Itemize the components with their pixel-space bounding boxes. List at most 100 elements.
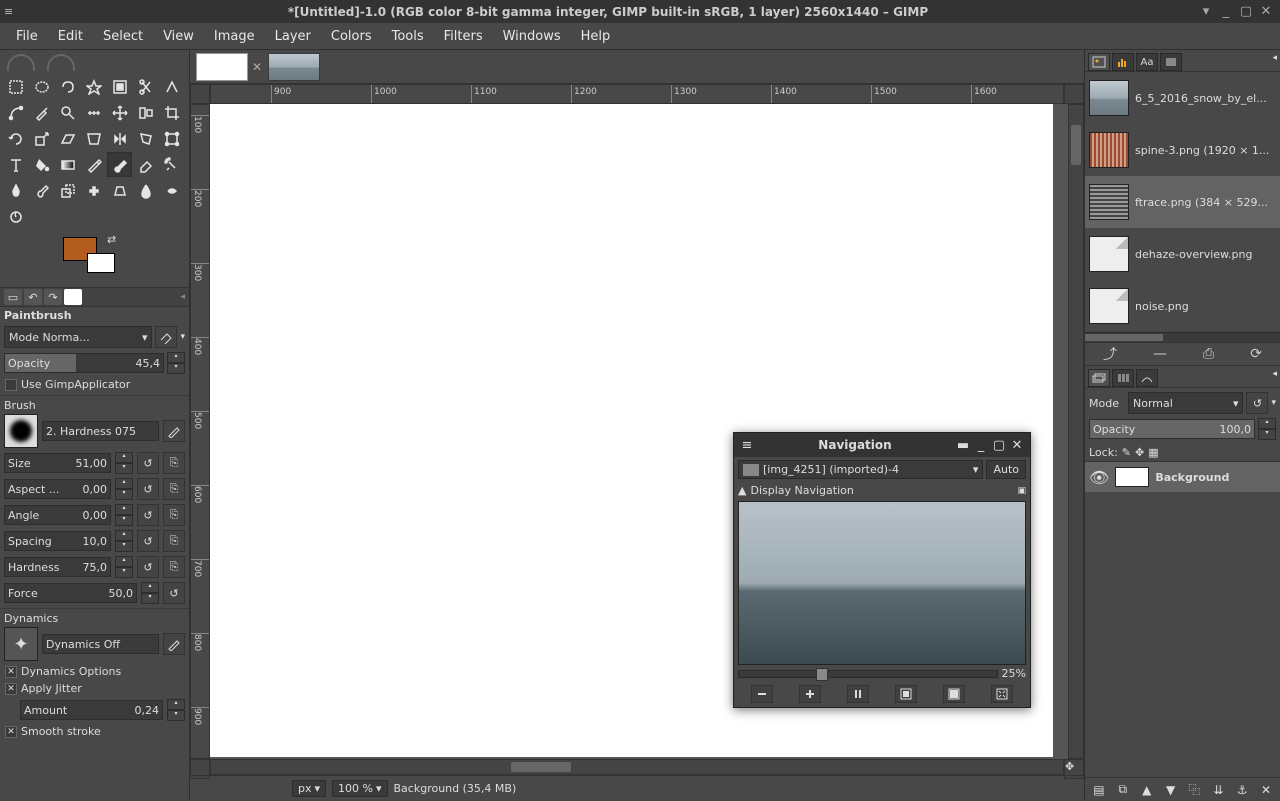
- brush-preview[interactable]: [4, 414, 38, 448]
- vertical-scrollbar[interactable]: [1068, 104, 1084, 759]
- clone-tool[interactable]: [55, 178, 80, 203]
- dynamics-options-expand[interactable]: ✕: [5, 666, 17, 678]
- blend-tool[interactable]: [55, 152, 80, 177]
- blur-tool[interactable]: [133, 178, 158, 203]
- menu-windows[interactable]: Windows: [493, 25, 571, 48]
- color-picker-tool[interactable]: [29, 100, 54, 125]
- merge-down-icon[interactable]: ⇊: [1209, 783, 1227, 797]
- dialog-close-icon[interactable]: ✕: [1008, 438, 1026, 453]
- window-minimize-icon[interactable]: ▾: [1196, 4, 1216, 19]
- navigation-image-select[interactable]: [img_4251] (imported)-4 ▾: [738, 460, 983, 479]
- background-color[interactable]: [87, 253, 115, 273]
- delete-layer-icon[interactable]: ✕: [1257, 783, 1275, 797]
- horizontal-scrollbar[interactable]: [210, 759, 1064, 775]
- fonts-tab[interactable]: Aa: [1136, 53, 1158, 71]
- default-colors-icon[interactable]: [51, 259, 61, 269]
- image-list-item[interactable]: 6_5_2016_snow_by_el...: [1085, 72, 1280, 124]
- new-layer-icon[interactable]: ▤: [1090, 783, 1108, 797]
- pencil-tool[interactable]: [81, 152, 106, 177]
- dock-menu-icon[interactable]: ◂: [1272, 369, 1277, 387]
- paintbrush-tool[interactable]: [107, 152, 132, 177]
- unified-transform-tool[interactable]: [159, 126, 184, 151]
- navigation-zoom-slider[interactable]: [738, 670, 998, 678]
- paths-tool[interactable]: [3, 100, 28, 125]
- hardness-link-icon[interactable]: ⎘: [163, 556, 185, 578]
- zoom-fill-button[interactable]: [943, 685, 965, 703]
- foreground-select-tool[interactable]: [159, 74, 184, 99]
- use-applicator-checkbox[interactable]: [5, 379, 17, 391]
- dialog-maximize-icon[interactable]: ▢: [990, 438, 1008, 453]
- ellipse-select-tool[interactable]: [29, 74, 54, 99]
- hardness-field[interactable]: Hardness75,0: [4, 557, 111, 577]
- image-list-item[interactable]: noise.png: [1085, 280, 1280, 332]
- airbrush-tool[interactable]: [159, 152, 184, 177]
- lock-position-icon[interactable]: ✥: [1135, 446, 1144, 459]
- layer-mode-select[interactable]: Normal▾: [1128, 392, 1243, 414]
- zoom-1-1-button[interactable]: [847, 685, 869, 703]
- layer-thumbnail[interactable]: [1115, 467, 1149, 487]
- document-history-tab[interactable]: [1160, 53, 1182, 71]
- ruler-horizontal[interactable]: 9001000110012001300140015001600: [210, 84, 1064, 104]
- layer-item-background[interactable]: 👁 Background: [1085, 462, 1280, 492]
- menu-image[interactable]: Image: [204, 25, 265, 48]
- paint-mode-select[interactable]: Mode Norma...▾: [4, 326, 152, 348]
- jitter-amount-field[interactable]: Amount0,24: [20, 700, 163, 720]
- move-tool[interactable]: [107, 100, 132, 125]
- image-list-item[interactable]: dehaze-overview.png: [1085, 228, 1280, 280]
- shrink-wrap-button[interactable]: [991, 685, 1013, 703]
- mypaint-brush-tool[interactable]: [29, 178, 54, 203]
- measure-tool[interactable]: [81, 100, 106, 125]
- perspective-tool[interactable]: [81, 126, 106, 151]
- image-tab-2[interactable]: [268, 53, 320, 81]
- bucket-fill-tool[interactable]: [29, 152, 54, 177]
- cage-tool[interactable]: [133, 126, 158, 151]
- apply-jitter-expand[interactable]: ✕: [5, 683, 17, 695]
- dock-menu-icon[interactable]: ◂: [180, 292, 185, 302]
- menu-layer[interactable]: Layer: [265, 25, 321, 48]
- image-list-item[interactable]: ftrace.png (384 × 529...: [1085, 176, 1280, 228]
- refresh-icon[interactable]: ⟳: [1250, 346, 1262, 362]
- menu-help[interactable]: Help: [571, 25, 621, 48]
- menu-colors[interactable]: Colors: [321, 25, 382, 48]
- image-list-scrollbar[interactable]: [1085, 332, 1280, 342]
- navigation-auto-button[interactable]: Auto: [986, 460, 1026, 479]
- angle-field[interactable]: Angle0,00: [4, 505, 111, 525]
- perspective-clone-tool[interactable]: [107, 178, 132, 203]
- spacing-field[interactable]: Spacing10,0: [4, 531, 111, 551]
- angle-link-icon[interactable]: ⎘: [163, 504, 185, 526]
- channels-tab[interactable]: [1112, 369, 1134, 387]
- quick-mask-icon[interactable]: [1064, 84, 1084, 104]
- aspect-reset-icon[interactable]: ↺: [137, 478, 159, 500]
- redo-tab[interactable]: ↷: [44, 289, 62, 305]
- eraser-tool[interactable]: [133, 152, 158, 177]
- menu-filters[interactable]: Filters: [434, 25, 493, 48]
- menu-select[interactable]: Select: [93, 25, 153, 48]
- layer-opacity-slider[interactable]: Opacity 100,0: [1089, 419, 1255, 439]
- ink-tool[interactable]: [3, 178, 28, 203]
- smudge-tool[interactable]: [159, 178, 184, 203]
- zoom-fit-button[interactable]: [895, 685, 917, 703]
- rect-select-tool[interactable]: [3, 74, 28, 99]
- new-group-icon[interactable]: ⧉: [1114, 782, 1132, 797]
- smooth-stroke-expand[interactable]: ✕: [5, 726, 17, 738]
- tool-options-tab[interactable]: ▭: [4, 289, 22, 305]
- lock-alpha-icon[interactable]: ▦: [1148, 446, 1158, 459]
- by-color-select-tool[interactable]: [107, 74, 132, 99]
- spacing-link-icon[interactable]: ⎘: [163, 530, 185, 552]
- aspect-field[interactable]: Aspect ...0,00: [4, 479, 111, 499]
- layer-name[interactable]: Background: [1155, 471, 1229, 484]
- app-menu-icon[interactable]: ≡: [4, 5, 20, 18]
- dynamics-edit-icon[interactable]: [163, 633, 185, 655]
- heal-tool[interactable]: [81, 178, 106, 203]
- anchor-layer-icon[interactable]: ⚓: [1233, 783, 1251, 797]
- menu-tools[interactable]: Tools: [382, 25, 434, 48]
- zoom-select[interactable]: 100 %▾: [332, 780, 387, 797]
- brush-behind-icon[interactable]: [155, 326, 177, 348]
- dialog-minimize-icon[interactable]: _: [972, 438, 990, 453]
- image-list-item[interactable]: spine-3.png (1920 × 1...: [1085, 124, 1280, 176]
- text-tool[interactable]: [3, 152, 28, 177]
- flip-tool[interactable]: [107, 126, 132, 151]
- dialog-shade-icon[interactable]: ▬: [954, 438, 972, 453]
- channels-tab[interactable]: [64, 289, 82, 305]
- layers-tab[interactable]: [1088, 369, 1110, 387]
